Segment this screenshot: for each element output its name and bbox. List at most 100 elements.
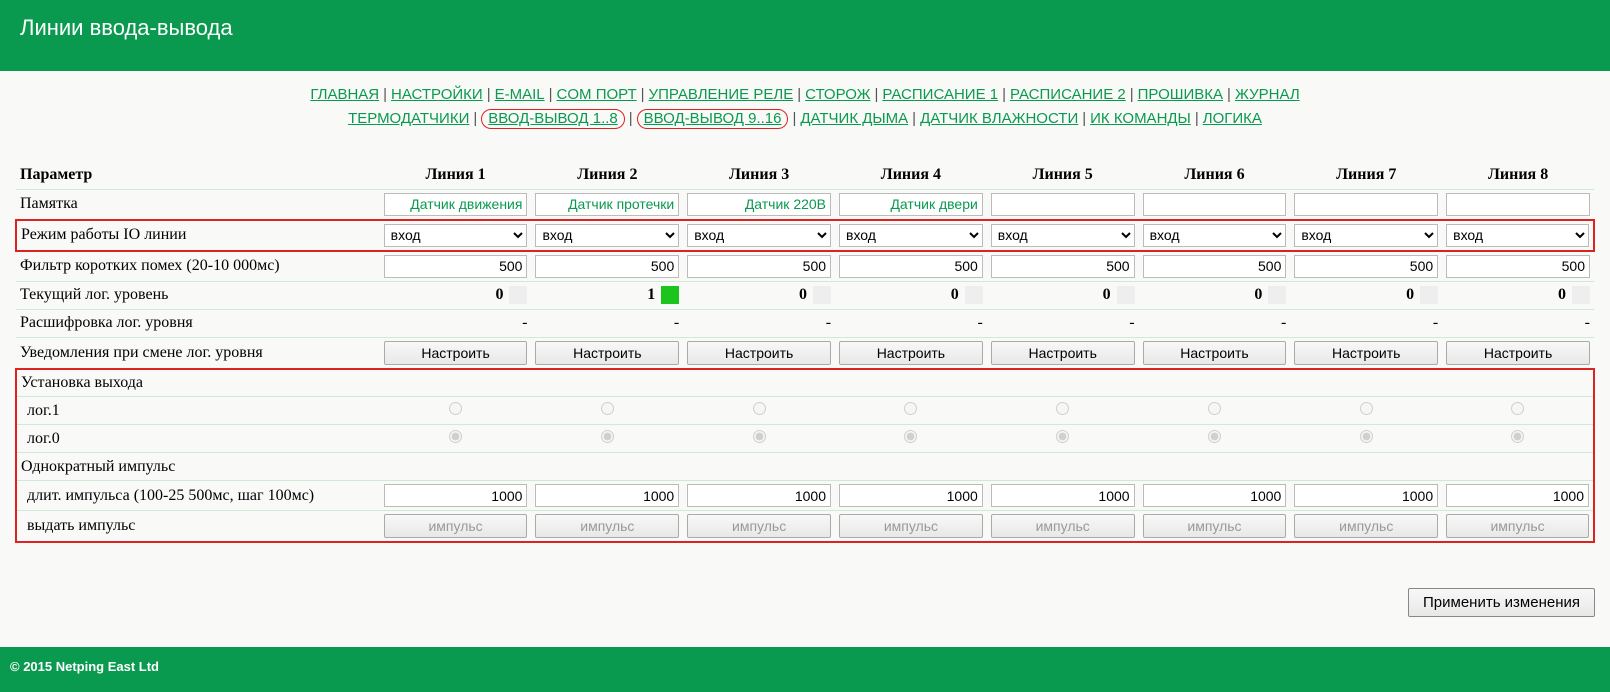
pulse-duration-input[interactable] <box>687 484 831 507</box>
nav-link[interactable]: НАСТРОЙКИ <box>391 86 483 103</box>
row-label: лог.0 <box>16 425 380 453</box>
page-header: Линии ввода-вывода <box>0 0 1610 71</box>
memo-input[interactable] <box>991 193 1135 216</box>
notify-button[interactable]: Настроить <box>839 341 983 365</box>
decode-value: - <box>683 309 835 337</box>
decode-value: - <box>987 309 1139 337</box>
emit-pulse-button[interactable]: импульс <box>1294 514 1438 538</box>
notify-button[interactable]: Настроить <box>535 341 679 365</box>
mode-select[interactable]: вход <box>1143 224 1287 247</box>
nav-link[interactable]: ВВОД-ВЫВОД 9..16 <box>637 109 789 129</box>
output-log0-radio[interactable] <box>1056 430 1069 443</box>
output-log0-radio[interactable] <box>753 430 766 443</box>
nav-link[interactable]: E-MAIL <box>495 86 545 103</box>
footer: © 2015 Netping East Ltd <box>0 647 1610 692</box>
filter-input[interactable] <box>535 255 679 278</box>
emit-pulse-button[interactable]: импульс <box>1143 514 1287 538</box>
nav-link[interactable]: ДАТЧИК ВЛАЖНОСТИ <box>920 110 1078 127</box>
nav-link[interactable]: РАСПИСАНИЕ 1 <box>882 86 998 103</box>
row-label: Однократный импульс <box>16 453 380 481</box>
level-value: 0 <box>1558 286 1566 304</box>
nav-link[interactable]: ДАТЧИК ДЫМА <box>800 110 908 127</box>
memo-input[interactable] <box>687 193 831 216</box>
notify-button[interactable]: Настроить <box>1143 341 1287 365</box>
output-log0-radio[interactable] <box>1208 430 1221 443</box>
nav-link[interactable]: ПРОШИВКА <box>1138 86 1223 103</box>
emit-pulse-button[interactable]: импульс <box>1446 514 1589 538</box>
nav-link[interactable]: ГЛАВНАЯ <box>310 86 379 103</box>
emit-pulse-button[interactable]: импульс <box>991 514 1135 538</box>
filter-input[interactable] <box>384 255 528 278</box>
mode-select[interactable]: вход <box>384 224 528 247</box>
output-log1-radio[interactable] <box>1511 402 1524 415</box>
nav-link[interactable]: ВВОД-ВЫВОД 1..8 <box>481 109 624 129</box>
notify-button[interactable]: Настроить <box>384 341 528 365</box>
level-value: 0 <box>495 286 503 304</box>
output-log1-radio[interactable] <box>1360 402 1373 415</box>
output-log1-radio[interactable] <box>753 402 766 415</box>
filter-input[interactable] <box>991 255 1135 278</box>
pulse-duration-input[interactable] <box>1143 484 1287 507</box>
nav-link[interactable]: COM ПОРТ <box>557 86 637 103</box>
row-label: длит. импульса (100-25 500мс, шаг 100мс) <box>16 481 380 511</box>
decode-value: - <box>1139 309 1291 337</box>
filter-input[interactable] <box>687 255 831 278</box>
nav-separator: | <box>793 86 805 103</box>
output-log1-radio[interactable] <box>449 402 462 415</box>
emit-pulse-button[interactable]: импульс <box>535 514 679 538</box>
pulse-duration-input[interactable] <box>839 484 983 507</box>
notify-button[interactable]: Настроить <box>1294 341 1438 365</box>
output-log1-radio[interactable] <box>601 402 614 415</box>
nav-link[interactable]: ЛОГИКА <box>1203 110 1262 127</box>
nav-link[interactable]: РАСПИСАНИЕ 2 <box>1010 86 1126 103</box>
mode-select[interactable]: вход <box>991 224 1135 247</box>
output-log1-radio[interactable] <box>1208 402 1221 415</box>
mode-select[interactable]: вход <box>1294 224 1438 247</box>
memo-input[interactable] <box>1446 193 1590 216</box>
memo-input[interactable] <box>384 193 528 216</box>
output-log0-radio[interactable] <box>904 430 917 443</box>
level-indicator <box>813 286 831 304</box>
emit-pulse-button[interactable]: импульс <box>384 514 528 538</box>
notify-button[interactable]: Настроить <box>1446 341 1590 365</box>
col-line-8: Линия 8 <box>1442 161 1594 189</box>
notify-button[interactable]: Настроить <box>991 341 1135 365</box>
emit-pulse-button[interactable]: импульс <box>687 514 831 538</box>
table-header-row: Параметр Линия 1 Линия 2 Линия 3 Линия 4… <box>16 161 1594 189</box>
memo-input[interactable] <box>1294 193 1438 216</box>
output-log0-radio[interactable] <box>1511 430 1524 443</box>
filter-input[interactable] <box>839 255 983 278</box>
mode-select[interactable]: вход <box>535 224 679 247</box>
mode-select[interactable]: вход <box>839 224 983 247</box>
filter-input[interactable] <box>1294 255 1438 278</box>
pulse-duration-input[interactable] <box>535 484 679 507</box>
level-value: 0 <box>951 286 959 304</box>
apply-button[interactable]: Применить изменения <box>1408 588 1595 617</box>
pulse-duration-input[interactable] <box>384 484 528 507</box>
nav-link[interactable]: ИК КОМАНДЫ <box>1090 110 1191 127</box>
nav-link[interactable]: УПРАВЛЕНИЕ РЕЛЕ <box>649 86 794 103</box>
output-log1-radio[interactable] <box>1056 402 1069 415</box>
nav-link[interactable]: ЖУРНАЛ <box>1235 86 1300 103</box>
mode-select[interactable]: вход <box>687 224 831 247</box>
pulse-duration-input[interactable] <box>991 484 1135 507</box>
level-value: 0 <box>1406 286 1414 304</box>
pulse-duration-input[interactable] <box>1446 484 1589 507</box>
mode-select[interactable]: вход <box>1446 224 1589 247</box>
col-line-4: Линия 4 <box>835 161 987 189</box>
filter-input[interactable] <box>1143 255 1287 278</box>
pulse-duration-input[interactable] <box>1294 484 1438 507</box>
memo-input[interactable] <box>839 193 983 216</box>
memo-input[interactable] <box>1143 193 1287 216</box>
filter-input[interactable] <box>1446 255 1590 278</box>
nav-link[interactable]: СТОРОЖ <box>805 86 870 103</box>
emit-pulse-button[interactable]: импульс <box>839 514 983 538</box>
output-log0-radio[interactable] <box>449 430 462 443</box>
output-log0-radio[interactable] <box>1360 430 1373 443</box>
memo-input[interactable] <box>535 193 679 216</box>
output-log1-radio[interactable] <box>904 402 917 415</box>
decode-value: - <box>1442 309 1594 337</box>
output-log0-radio[interactable] <box>601 430 614 443</box>
nav-link[interactable]: ТЕРМОДАТЧИКИ <box>348 110 469 127</box>
notify-button[interactable]: Настроить <box>687 341 831 365</box>
